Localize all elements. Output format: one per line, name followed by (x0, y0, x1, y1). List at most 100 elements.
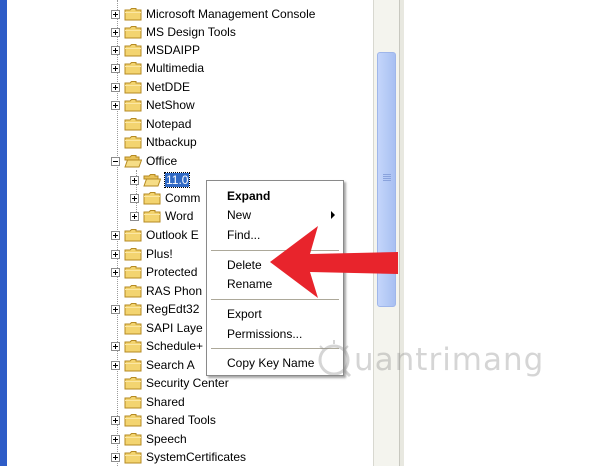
menu-item-export[interactable]: Export (227, 307, 262, 321)
tree-item-label[interactable]: Word (165, 209, 193, 223)
menu-item-expand[interactable]: Expand (227, 189, 270, 203)
scrollbar-grip (383, 180, 391, 181)
tree-item-label[interactable]: 11.0 (163, 172, 191, 188)
tree-item[interactable]: MSDAIPP (111, 41, 200, 59)
tree-item-label[interactable]: Comm (165, 191, 200, 205)
scrollbar-grip (383, 178, 391, 179)
menu-item-find[interactable]: Find... (227, 228, 260, 242)
tree-item-label[interactable]: Shared Tools (146, 413, 216, 427)
tree-item[interactable]: SAPI Laye (111, 319, 203, 337)
tree-item[interactable]: Word (130, 207, 193, 225)
folder-icon (143, 192, 161, 205)
tree-item-label[interactable]: RAS Phon (146, 284, 202, 298)
folder-icon (124, 44, 142, 57)
menu-item-new[interactable]: New (227, 208, 251, 222)
tree-item[interactable]: Protected (111, 263, 197, 281)
tree-item-label[interactable]: Multimedia (146, 61, 204, 75)
tree-item[interactable]: Schedule+ (111, 337, 203, 355)
expand-toggle[interactable] (111, 45, 120, 55)
tree-item-label[interactable]: Outlook E (146, 228, 199, 242)
expand-toggle[interactable] (111, 27, 120, 37)
tree-item[interactable]: Ntbackup (111, 133, 197, 151)
tree-item-label[interactable]: Speech (146, 432, 187, 446)
menu-item-copy-key-name[interactable]: Copy Key Name (227, 356, 314, 370)
folder-icon (124, 303, 142, 316)
watermark: uantrimang (314, 340, 544, 380)
expand-toggle[interactable] (130, 175, 139, 185)
tree-item[interactable]: Microsoft Management Console (111, 5, 315, 23)
menu-item-rename[interactable]: Rename (227, 277, 272, 291)
expand-toggle[interactable] (111, 452, 120, 462)
open-folder-icon (143, 174, 161, 187)
expand-toggle[interactable] (130, 193, 139, 203)
folder-icon (124, 377, 142, 390)
tree-item-label[interactable]: Notepad (146, 117, 191, 131)
scrollbar-grip (383, 174, 391, 175)
tree-item-label[interactable]: Ntbackup (146, 135, 197, 149)
submenu-arrow-icon (331, 211, 335, 219)
tree-item[interactable]: Security Center (111, 374, 229, 392)
folder-icon (124, 266, 142, 279)
expand-toggle[interactable] (111, 100, 120, 110)
tree-item[interactable]: SystemCertificates (111, 448, 246, 466)
expand-toggle[interactable] (111, 341, 120, 351)
folder-icon (124, 359, 142, 372)
tree-item-label[interactable]: Protected (146, 265, 197, 279)
tree-item-label[interactable]: MS Design Tools (146, 25, 236, 39)
tree-item[interactable]: NetDDE (111, 78, 190, 96)
tree-item-label[interactable]: Plus! (146, 247, 173, 261)
tree-item[interactable]: RegEdt32 (111, 300, 199, 318)
tree-item[interactable]: Shared (111, 393, 185, 411)
folder-icon (124, 451, 142, 464)
expand-toggle[interactable] (111, 304, 120, 314)
expand-toggle[interactable] (111, 434, 120, 444)
expand-toggle[interactable] (130, 211, 139, 221)
expand-toggle[interactable] (111, 415, 120, 425)
tree-item-label[interactable]: Search A (146, 358, 195, 372)
tree-item[interactable]: Plus! (111, 245, 173, 263)
tree-item-label[interactable]: Security Center (146, 376, 229, 390)
collapse-toggle[interactable] (111, 156, 120, 166)
folder-icon (124, 118, 142, 131)
tree-item[interactable]: Search A (111, 356, 195, 374)
expand-toggle[interactable] (111, 230, 120, 240)
watermark-text: uantrimang (354, 342, 545, 378)
tree-item-label[interactable]: Shared (146, 395, 185, 409)
expand-toggle[interactable] (111, 249, 120, 259)
folder-icon (124, 136, 142, 149)
tree-item[interactable]: Shared Tools (111, 411, 216, 429)
values-pane[interactable] (404, 0, 592, 466)
tree-item-label[interactable]: SAPI Laye (146, 321, 203, 335)
tree-item[interactable]: Notepad (111, 115, 191, 133)
menu-item-delete[interactable]: Delete (227, 258, 262, 272)
expand-toggle[interactable] (111, 63, 120, 73)
tree-item-label[interactable]: RegEdt32 (146, 302, 199, 316)
tree-item-label[interactable]: Office (146, 154, 177, 168)
tree-item-label[interactable]: Schedule+ (146, 339, 203, 353)
tree-item-label[interactable]: NetDDE (146, 80, 190, 94)
menu-item-permissions[interactable]: Permissions... (227, 327, 302, 341)
tree-item[interactable]: Multimedia (111, 59, 204, 77)
expand-toggle[interactable] (111, 267, 120, 277)
tree-item[interactable]: Comm (130, 189, 200, 207)
tree-item-label[interactable]: NetShow (146, 98, 195, 112)
expand-toggle[interactable] (111, 9, 120, 19)
tree-item[interactable]: Speech (111, 430, 187, 448)
folder-icon (143, 210, 161, 223)
tree-item-label[interactable]: SystemCertificates (146, 450, 246, 464)
tree-item[interactable]: NetShow (111, 96, 195, 114)
expand-toggle[interactable] (111, 360, 120, 370)
tree-item[interactable]: RAS Phon (111, 282, 202, 300)
tree-item[interactable]: Office (111, 152, 177, 170)
folder-icon (124, 81, 142, 94)
tree-item-label[interactable]: MSDAIPP (146, 43, 200, 57)
tree-item[interactable]: Outlook E (111, 226, 199, 244)
tree-item[interactable]: MS Design Tools (111, 23, 236, 41)
tree-item-label[interactable]: Microsoft Management Console (146, 7, 315, 21)
expand-toggle[interactable] (111, 82, 120, 92)
tree-item-selected[interactable]: 11.0 (130, 171, 191, 189)
